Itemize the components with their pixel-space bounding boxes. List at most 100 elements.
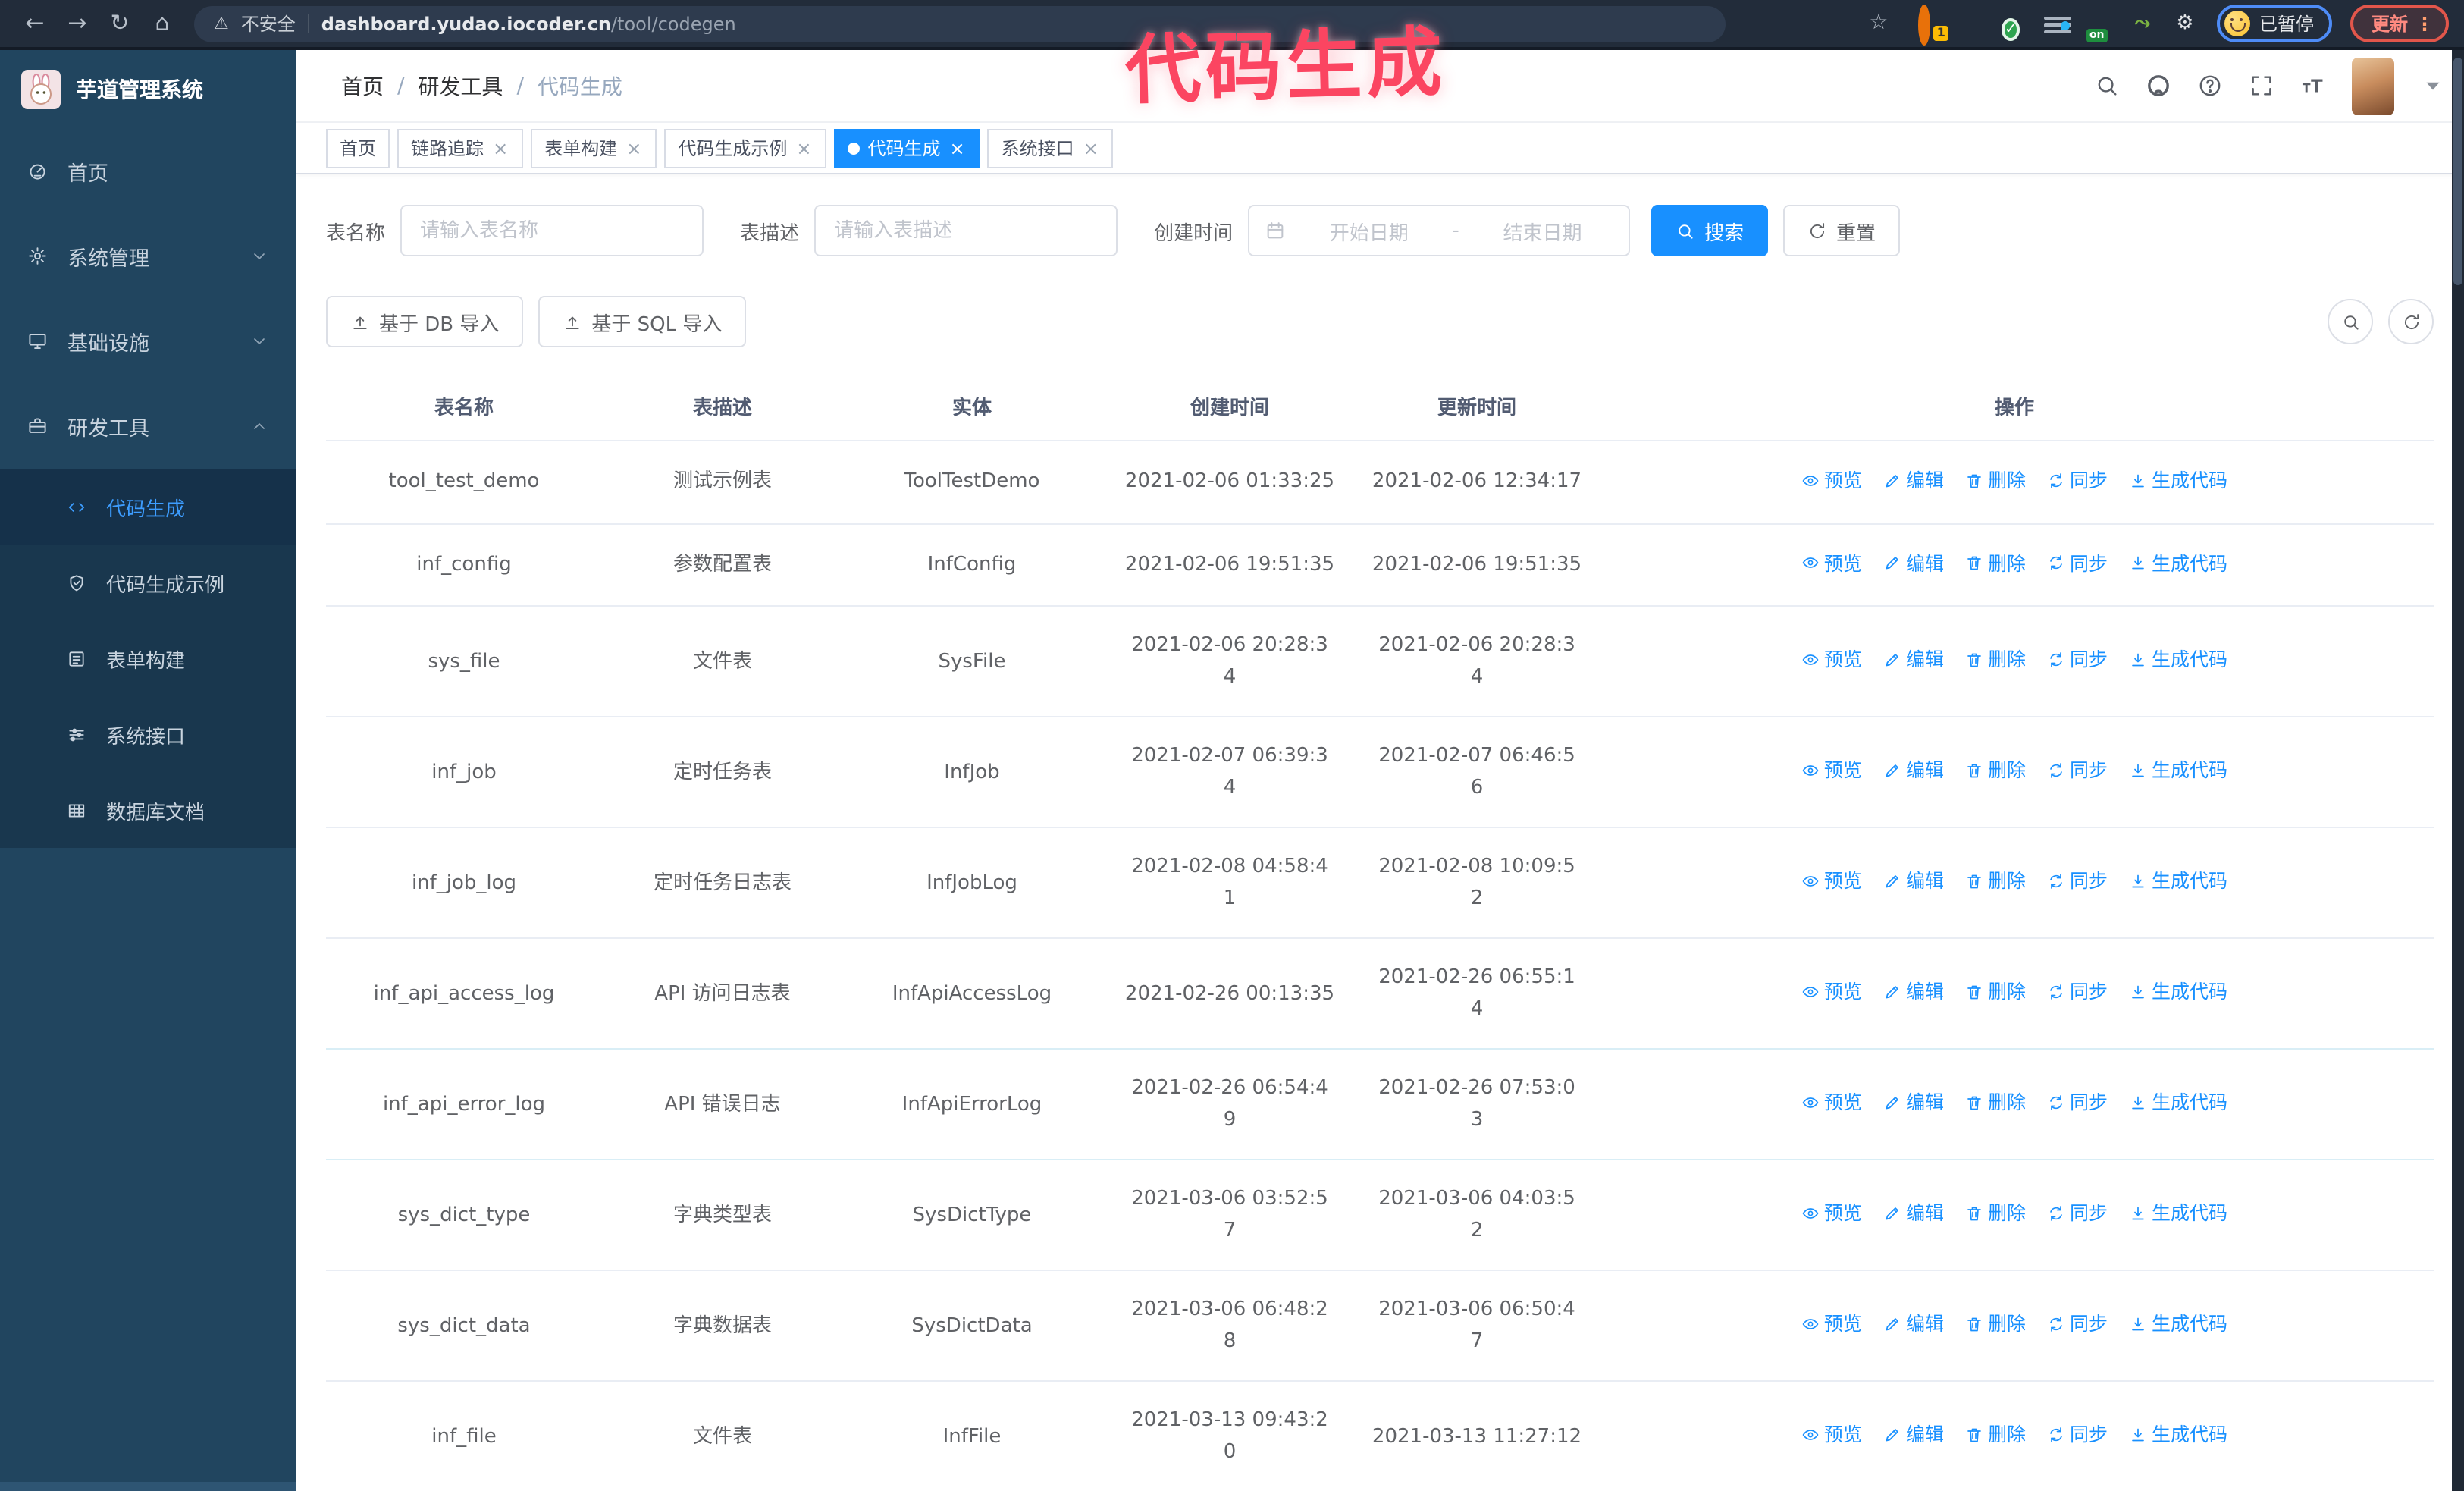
bookmark-star-icon[interactable]: ☆: [1859, 0, 1898, 47]
orange-donut-extension-icon[interactable]: 1: [1917, 4, 1948, 45]
row-action-generate[interactable]: 生成代码: [2129, 865, 2227, 897]
row-action-delete[interactable]: 删除: [1965, 755, 2026, 786]
scrollbar-thumb[interactable]: [2453, 58, 2462, 285]
profile-paused-badge[interactable]: 已暂停: [2216, 5, 2332, 42]
search-icon[interactable]: [2094, 73, 2120, 99]
row-action-delete[interactable]: 删除: [1965, 976, 2026, 1008]
close-icon[interactable]: ×: [795, 139, 813, 157]
row-action-generate[interactable]: 生成代码: [2129, 464, 2227, 496]
row-action-generate[interactable]: 生成代码: [2129, 1419, 2227, 1451]
row-action-edit[interactable]: 编辑: [1883, 464, 1944, 496]
row-action-edit[interactable]: 编辑: [1883, 755, 1944, 786]
table-desc-input[interactable]: [814, 205, 1118, 256]
row-action-preview[interactable]: 预览: [1801, 1419, 1862, 1451]
tab-home[interactable]: 首页: [326, 128, 390, 168]
row-action-edit[interactable]: 编辑: [1883, 1087, 1944, 1119]
row-action-edit[interactable]: 编辑: [1883, 976, 1944, 1008]
sidebar-item-codegen-demo[interactable]: 代码生成示例: [0, 545, 296, 620]
browser-menu-icon[interactable]: ⋮: [2415, 13, 2434, 34]
row-action-delete[interactable]: 删除: [1965, 464, 2026, 496]
tab-codegen[interactable]: 代码生成 ×: [834, 128, 980, 168]
close-icon[interactable]: ×: [1082, 139, 1100, 157]
row-action-generate[interactable]: 生成代码: [2129, 1198, 2227, 1229]
search-toggle-button[interactable]: [2328, 299, 2373, 344]
row-action-sync[interactable]: 同步: [2047, 1419, 2108, 1451]
row-action-edit[interactable]: 编辑: [1883, 644, 1944, 676]
tab-codegen-demo[interactable]: 代码生成示例 ×: [664, 128, 827, 168]
row-action-preview[interactable]: 预览: [1801, 547, 1862, 579]
row-action-sync[interactable]: 同步: [2047, 1308, 2108, 1340]
sidebar-item-dev-tools[interactable]: 研发工具: [0, 384, 296, 469]
refresh-button[interactable]: [2388, 299, 2434, 344]
caret-down-icon[interactable]: [2420, 73, 2446, 99]
row-action-generate[interactable]: 生成代码: [2129, 1087, 2227, 1119]
tab-tracing[interactable]: 链路追踪 ×: [397, 128, 524, 168]
row-action-delete[interactable]: 删除: [1965, 644, 2026, 676]
row-action-sync[interactable]: 同步: [2047, 547, 2108, 579]
browser-scrollbar[interactable]: [2452, 50, 2464, 1491]
row-action-edit[interactable]: 编辑: [1883, 1308, 1944, 1340]
row-action-preview[interactable]: 预览: [1801, 464, 1862, 496]
import-sql-button[interactable]: 基于 SQL 导入: [538, 296, 747, 347]
row-action-delete[interactable]: 删除: [1965, 547, 2026, 579]
row-action-sync[interactable]: 同步: [2047, 644, 2108, 676]
row-action-preview[interactable]: 预览: [1801, 1308, 1862, 1340]
start-date-placeholder[interactable]: 开始日期: [1298, 216, 1440, 245]
close-icon[interactable]: ×: [491, 139, 509, 157]
help-icon[interactable]: [2197, 73, 2223, 99]
row-action-sync[interactable]: 同步: [2047, 464, 2108, 496]
row-action-preview[interactable]: 预览: [1801, 1087, 1862, 1119]
sidebar-toggle-button[interactable]: [296, 73, 341, 99]
search-button[interactable]: 搜索: [1651, 205, 1769, 256]
breadcrumb-item[interactable]: 研发工具: [418, 71, 503, 101]
row-action-edit[interactable]: 编辑: [1883, 1198, 1944, 1229]
dark-on-extension-icon[interactable]: on: [2086, 10, 2114, 42]
table-name-input[interactable]: [400, 205, 704, 256]
sidebar-item-db-doc[interactable]: 数据库文档: [0, 772, 296, 848]
user-avatar[interactable]: [2352, 57, 2394, 115]
puzzle-extension-icon[interactable]: ⚙: [2171, 10, 2199, 37]
end-date-placeholder[interactable]: 结束日期: [1472, 216, 1613, 245]
row-action-generate[interactable]: 生成代码: [2129, 976, 2227, 1008]
fullscreen-icon[interactable]: [2249, 73, 2274, 99]
plant-extension-icon[interactable]: ⤳: [2129, 10, 2156, 37]
breadcrumb-item[interactable]: 首页: [341, 71, 384, 101]
address-bar[interactable]: ⚠ 不安全 dashboard.yudao.iocoder.cn/tool/co…: [194, 5, 1726, 42]
row-action-delete[interactable]: 删除: [1965, 1308, 2026, 1340]
forward-icon[interactable]: →: [58, 0, 97, 47]
row-action-generate[interactable]: 生成代码: [2129, 547, 2227, 579]
sidebar-item-form-builder[interactable]: 表单构建: [0, 620, 296, 696]
green-check-extension-icon[interactable]: ✓: [2001, 10, 2029, 40]
tab-form-builder[interactable]: 表单构建 ×: [531, 128, 657, 168]
home-icon[interactable]: ⌂: [143, 0, 182, 47]
sliders-extension-icon[interactable]: [2043, 10, 2071, 37]
sidebar-item-home[interactable]: 首页: [0, 129, 296, 214]
sidebar-item-infrastructure[interactable]: 基础设施: [0, 299, 296, 384]
app-logo[interactable]: 芋道管理系统: [0, 50, 296, 129]
browser-update-button[interactable]: 更新 ⋮: [2350, 5, 2449, 42]
security-label[interactable]: 不安全: [241, 11, 296, 36]
tab-system-api[interactable]: 系统接口 ×: [987, 128, 1114, 168]
reset-button[interactable]: 重置: [1783, 205, 1901, 256]
row-action-preview[interactable]: 预览: [1801, 644, 1862, 676]
sidebar-item-system-admin[interactable]: 系统管理: [0, 214, 296, 299]
close-icon[interactable]: ×: [948, 139, 967, 157]
row-action-preview[interactable]: 预览: [1801, 755, 1862, 786]
row-action-generate[interactable]: 生成代码: [2129, 1308, 2227, 1340]
row-action-sync[interactable]: 同步: [2047, 865, 2108, 897]
github-icon[interactable]: [2146, 73, 2171, 99]
row-action-generate[interactable]: 生成代码: [2129, 755, 2227, 786]
create-time-range-input[interactable]: 开始日期 - 结束日期: [1248, 205, 1631, 256]
import-db-button[interactable]: 基于 DB 导入: [326, 296, 524, 347]
row-action-sync[interactable]: 同步: [2047, 1198, 2108, 1229]
row-action-preview[interactable]: 预览: [1801, 865, 1862, 897]
row-action-sync[interactable]: 同步: [2047, 976, 2108, 1008]
row-action-edit[interactable]: 编辑: [1883, 547, 1944, 579]
row-action-preview[interactable]: 预览: [1801, 976, 1862, 1008]
row-action-delete[interactable]: 删除: [1965, 1419, 2026, 1451]
reload-icon[interactable]: ↻: [100, 0, 140, 47]
sidebar-item-system-api[interactable]: 系统接口: [0, 696, 296, 772]
row-action-sync[interactable]: 同步: [2047, 755, 2108, 786]
row-action-edit[interactable]: 编辑: [1883, 1419, 1944, 1451]
row-action-edit[interactable]: 编辑: [1883, 865, 1944, 897]
